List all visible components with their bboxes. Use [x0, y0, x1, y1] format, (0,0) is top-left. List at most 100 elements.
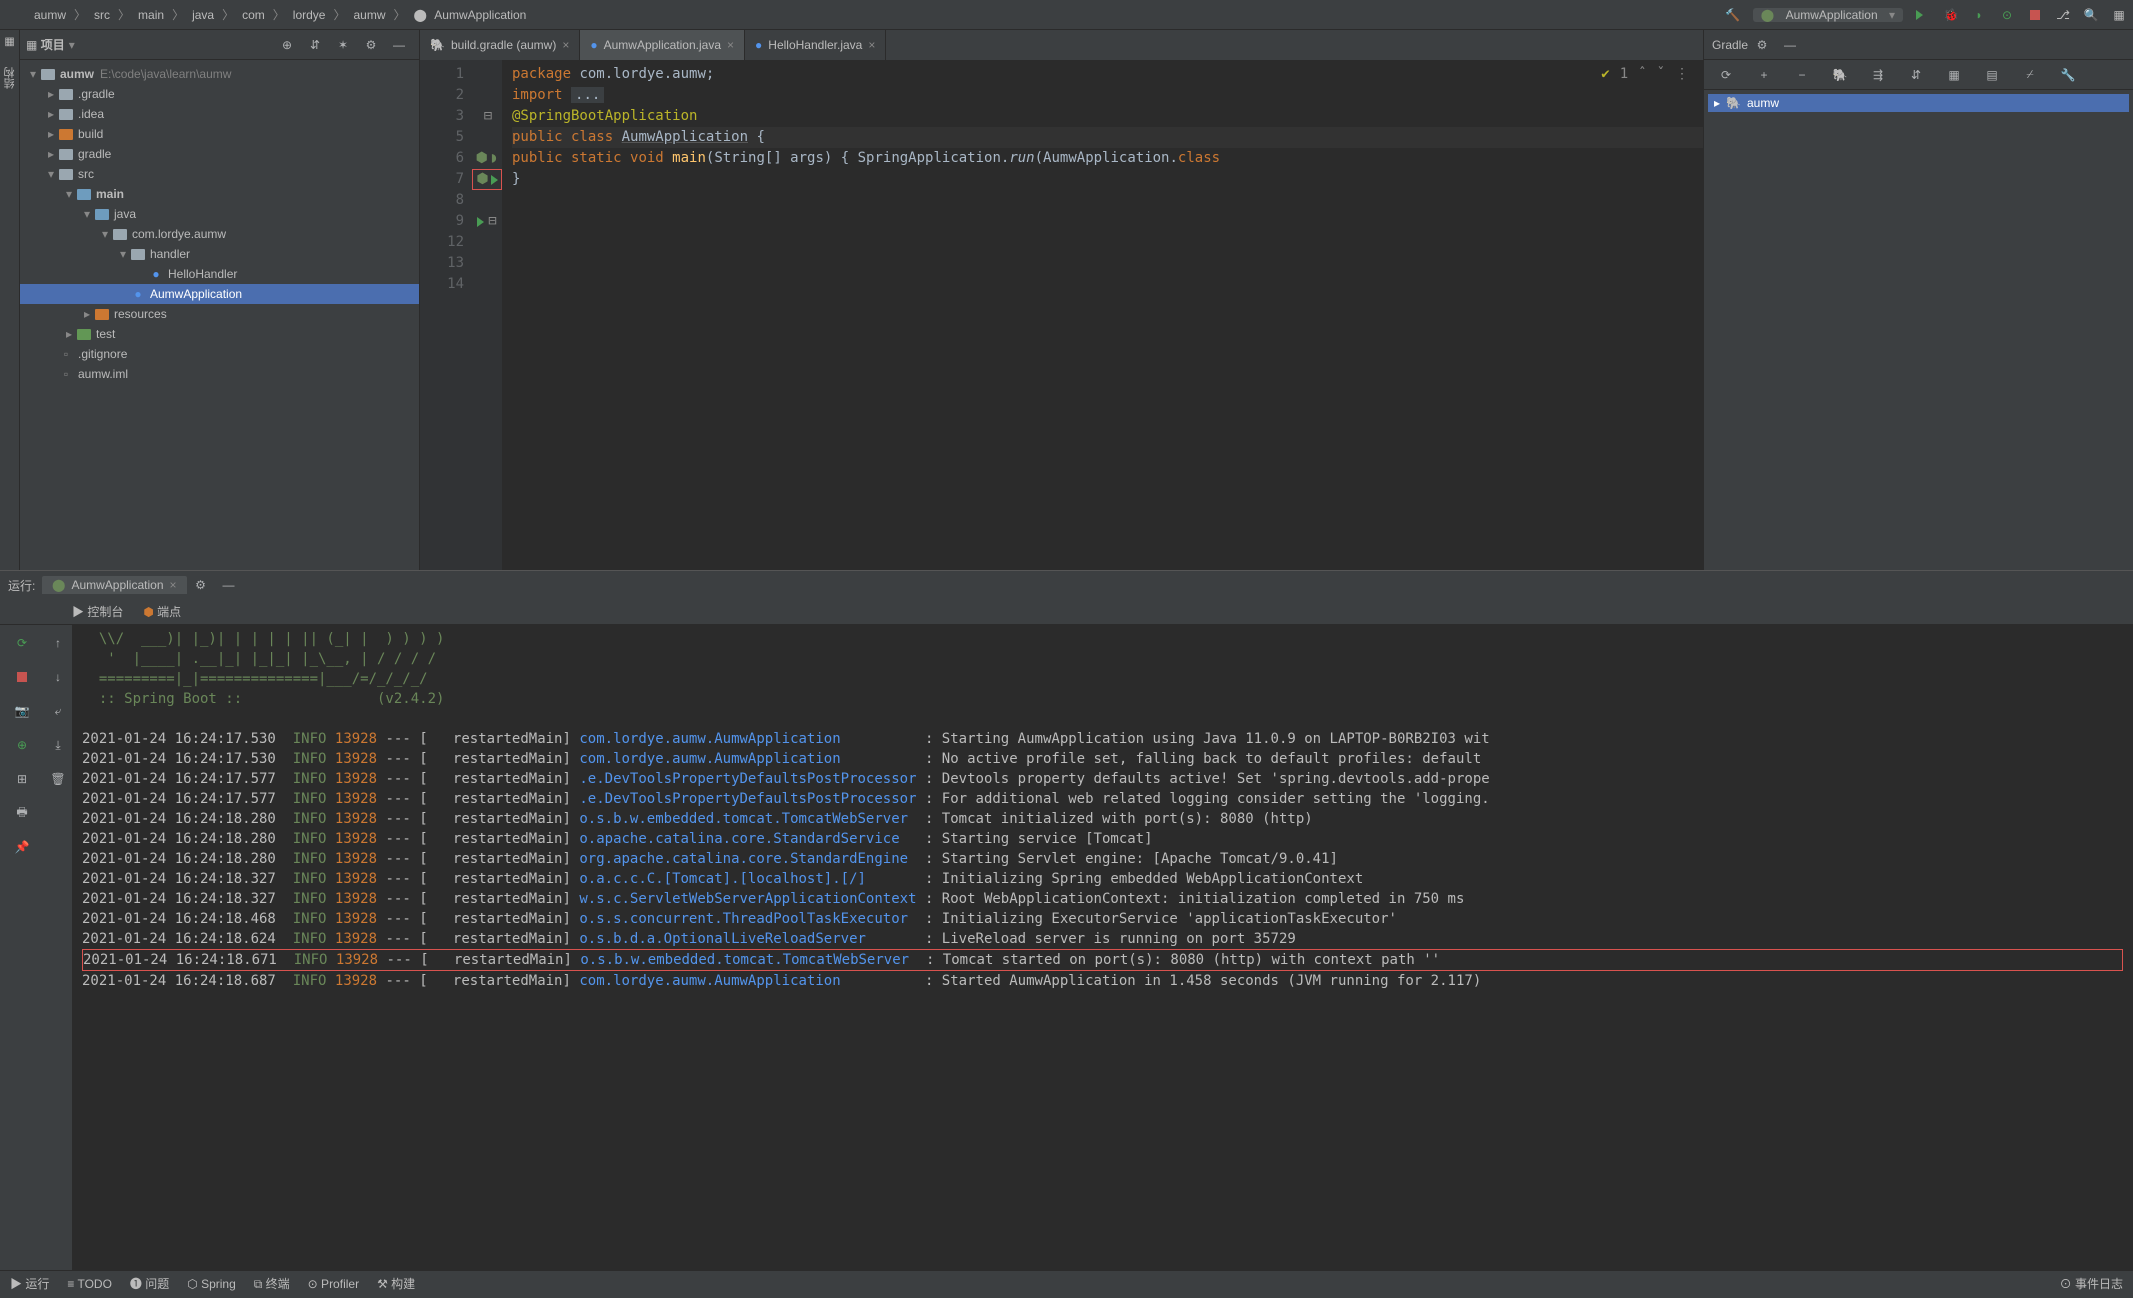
gear-icon[interactable]: ⚙	[359, 33, 383, 57]
console-output[interactable]: \\/ ___)| |_)| | | | | || (_| | ) ) ) ) …	[72, 625, 2133, 1270]
tree-node[interactable]: ▸gradle	[20, 144, 419, 164]
offline-icon[interactable]: ⌿	[2018, 63, 2042, 87]
crumb[interactable]: main	[134, 8, 168, 22]
tree-node[interactable]: ▸test	[20, 324, 419, 344]
run-toolbar: ⟳ 📷 ⊕ ⊞ 🖶 📌	[0, 625, 44, 1270]
crumb[interactable]: com	[238, 8, 269, 22]
hide-icon[interactable]: —	[1778, 33, 1802, 57]
plus-icon[interactable]: +	[1752, 63, 1776, 87]
run-panel: 运行: ⬤AumwApplication× ⚙ — ▶ 控制台 ⬢ 端点 ⟳ 📷…	[0, 570, 2133, 1270]
event-log[interactable]: ⊙ 事件日志	[2060, 1275, 2123, 1292]
gradle-root[interactable]: ▸🐘aumw	[1708, 94, 2129, 112]
crumb[interactable]: java	[188, 8, 218, 22]
gutter-icons[interactable]: ⊟⬢◗⬢⊟	[472, 60, 502, 570]
task-icon[interactable]: ▦	[1942, 63, 1966, 87]
stop-icon[interactable]	[10, 665, 34, 689]
task-icon[interactable]: ⇵	[1904, 63, 1928, 87]
wrench-icon[interactable]: 🔧	[2056, 63, 2080, 87]
statusbar-item[interactable]: ⊙ Profiler	[308, 1277, 359, 1291]
profile-icon[interactable]: ⊙	[1995, 3, 2019, 27]
elephant-icon[interactable]: 🐘	[1828, 63, 1852, 87]
tree-node[interactable]: ●HelloHandler	[20, 264, 419, 284]
debug-icon[interactable]: 🐞	[1939, 3, 1963, 27]
run-icon[interactable]	[1911, 3, 1935, 27]
right-toolwindow-bar	[2113, 40, 2133, 50]
project-tab-icon: ▦	[26, 38, 37, 52]
tree-node[interactable]: ▫aumw.iml	[20, 364, 419, 384]
crumb[interactable]: lordye	[289, 8, 330, 22]
coverage-icon[interactable]: ◗	[1967, 3, 1991, 27]
tree-node[interactable]: ▾main	[20, 184, 419, 204]
inspection-status[interactable]: ✔1 ˆˇ⋮	[1601, 66, 1689, 82]
endpoints-tab[interactable]: ⬢ 端点	[143, 603, 181, 620]
tree-node[interactable]: ▸.gradle	[20, 84, 419, 104]
tree-node[interactable]: ●AumwApplication	[20, 284, 419, 304]
tree-node[interactable]: ▸build	[20, 124, 419, 144]
minus-icon[interactable]: −	[1790, 63, 1814, 87]
gradle-panel: Gradle ⚙ — ⟳ + − 🐘 ⇶ ⇵ ▦ ▤ ⌿ 🔧 ▸🐘aumw	[1703, 30, 2133, 570]
tree-node[interactable]: ▾src	[20, 164, 419, 184]
statusbar-item[interactable]: ≡ TODO	[67, 1277, 112, 1291]
locate-icon[interactable]: ⊕	[275, 33, 299, 57]
settings-icon[interactable]: ▦	[2107, 3, 2131, 27]
collapse-icon[interactable]: ⇵	[303, 33, 327, 57]
print-icon[interactable]: 🖶	[10, 801, 34, 825]
task-icon[interactable]: ▤	[1980, 63, 2004, 87]
wrap-icon[interactable]: ⤶	[46, 699, 70, 723]
run-tab[interactable]: ⬤AumwApplication×	[42, 576, 187, 594]
left-toolwindow-bar: ▦ 结构	[0, 30, 20, 570]
project-toolwindow-button[interactable]: ▦	[3, 36, 16, 49]
hide-icon[interactable]: —	[387, 33, 411, 57]
refresh-icon[interactable]: ⟳	[1714, 63, 1738, 87]
crumb[interactable]: ⬤ AumwApplication	[410, 8, 535, 22]
line-numbers: 12356789121314	[420, 60, 472, 570]
gear-icon[interactable]: ⚙	[1750, 33, 1774, 57]
layout-icon[interactable]: ⊞	[10, 767, 34, 791]
editor-tab[interactable]: 🐘build.gradle (aumw)×	[420, 30, 580, 60]
build-icon[interactable]: 🔨	[1721, 3, 1745, 27]
project-panel: ▦ 项目 ▾ ⊕ ⇵ ✶ ⚙ — ▾ aumwE:\code\java\lear…	[20, 30, 420, 570]
run-config-selector[interactable]: ⬤ AumwApplication ▾	[1753, 8, 1903, 22]
code-area[interactable]: 12356789121314 ⊟⬢◗⬢⊟ package com.lordye.…	[420, 60, 1703, 570]
statusbar: ▶ 运行 ≡ TODO ❶ 问题 ⬡ Spring ⧉ 终端 ⊙ Profiler ⚒ 构建…	[0, 1270, 2133, 1296]
console-tab[interactable]: ▶ 控制台	[72, 603, 123, 620]
run-label: 运行:	[8, 577, 35, 594]
statusbar-item[interactable]: ▶ 运行	[10, 1275, 49, 1292]
git-icon[interactable]: ⎇	[2051, 3, 2075, 27]
gear-icon[interactable]: ⚙	[189, 573, 213, 597]
tree-node[interactable]: ▾com.lordye.aumw	[20, 224, 419, 244]
tree-node[interactable]: ▸resources	[20, 304, 419, 324]
task-icon[interactable]: ⇶	[1866, 63, 1890, 87]
editor-tab[interactable]: ●HelloHandler.java×	[745, 30, 886, 60]
pin-icon[interactable]: 📌	[10, 835, 34, 859]
tree-root[interactable]: ▾ aumwE:\code\java\learn\aumw	[20, 64, 419, 84]
statusbar-item[interactable]: ❶ 问题	[130, 1275, 169, 1292]
crumb[interactable]: src	[90, 8, 114, 22]
project-tree[interactable]: ▾ aumwE:\code\java\learn\aumw ▸.gradle▸.…	[20, 60, 419, 570]
down-icon[interactable]: ↓	[46, 665, 70, 689]
expand-icon[interactable]: ✶	[331, 33, 355, 57]
statusbar-item[interactable]: ⚒ 构建	[377, 1275, 415, 1292]
actuator-icon[interactable]: ⊕	[10, 733, 34, 757]
scroll-icon[interactable]: ⤓	[46, 733, 70, 757]
clear-icon[interactable]: 🗑	[46, 767, 70, 791]
hide-icon[interactable]: —	[217, 573, 241, 597]
tree-node[interactable]: ▾java	[20, 204, 419, 224]
tree-node[interactable]: ▫.gitignore	[20, 344, 419, 364]
editor-tab[interactable]: ●AumwApplication.java×	[580, 30, 745, 60]
console-toolbar: ↑ ↓ ⤶ ⤓ 🗑	[44, 625, 72, 1270]
camera-icon[interactable]: 📷	[10, 699, 34, 723]
statusbar-item[interactable]: ⧉ 终端	[254, 1275, 290, 1292]
tree-node[interactable]: ▸.idea	[20, 104, 419, 124]
tree-node[interactable]: ▾handler	[20, 244, 419, 264]
up-icon[interactable]: ↑	[46, 631, 70, 655]
structure-toolwindow-button[interactable]: 结构	[2, 67, 18, 89]
search-icon[interactable]: 🔍	[2079, 3, 2103, 27]
crumb[interactable]: aumw	[30, 8, 70, 22]
project-tab-label[interactable]: 项目	[41, 36, 65, 53]
crumb[interactable]: aumw	[350, 8, 390, 22]
stop-icon[interactable]	[2023, 3, 2047, 27]
code-lines[interactable]: package com.lordye.aumw;import ...@Sprin…	[502, 60, 1703, 570]
rerun-icon[interactable]: ⟳	[10, 631, 34, 655]
statusbar-item[interactable]: ⬡ Spring	[187, 1277, 236, 1291]
